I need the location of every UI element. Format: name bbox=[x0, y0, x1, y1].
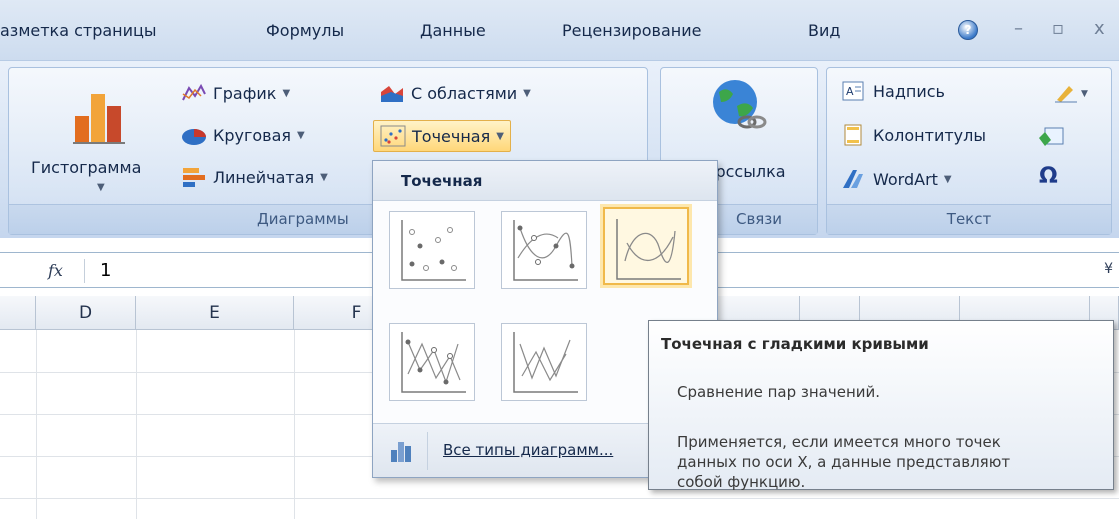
histogram-button[interactable]: Гистограмма ▼ bbox=[19, 72, 169, 202]
tab-review[interactable]: Рецензирование bbox=[562, 21, 701, 40]
formula-divider bbox=[84, 259, 85, 283]
tooltip-description-line-1: Применяется, если имеется много точек bbox=[677, 433, 1001, 451]
textbox-button[interactable]: A Надпись bbox=[841, 80, 945, 102]
header-footer-button[interactable]: Колонтитулы bbox=[841, 124, 986, 146]
globe-link-icon bbox=[713, 80, 767, 129]
tab-view[interactable]: Вид bbox=[808, 21, 840, 40]
scatter-straight-lines-markers-option[interactable] bbox=[389, 323, 475, 401]
row-header-corner bbox=[0, 296, 36, 330]
scatter-smooth-lines-option[interactable] bbox=[603, 207, 689, 285]
object-icon[interactable] bbox=[1037, 126, 1067, 148]
chevron-down-icon: ▼ bbox=[320, 171, 328, 183]
area-chart-icon bbox=[379, 82, 405, 104]
tooltip-description-line-3: собой функцию. bbox=[677, 473, 806, 491]
line-chart-icon bbox=[181, 82, 207, 104]
formula-input[interactable]: 1 bbox=[100, 260, 111, 281]
chevron-down-icon: ▼ bbox=[523, 87, 531, 99]
header-footer-icon bbox=[841, 124, 867, 146]
chevron-down-icon: ▼ bbox=[282, 87, 291, 99]
column-line bbox=[294, 330, 295, 519]
chevron-down-icon: ▼ bbox=[297, 129, 305, 141]
svg-text:A: A bbox=[846, 85, 854, 98]
text-group-label: Текст bbox=[827, 204, 1111, 234]
scatter-tooltip: Точечная с гладкими кривыми Сравнение па… bbox=[648, 320, 1114, 491]
column-line bbox=[36, 330, 37, 519]
help-icon[interactable]: ? bbox=[958, 20, 978, 40]
tooltip-summary: Сравнение пар значений. bbox=[677, 383, 881, 401]
tooltip-description-line-2: данных по оси X, а данные представляют bbox=[677, 453, 1011, 471]
textbox-label: Надпись bbox=[873, 81, 945, 101]
pie-chart-icon bbox=[181, 124, 207, 146]
scatter-straight-lines-icon bbox=[513, 332, 578, 393]
footer-divider bbox=[427, 432, 428, 470]
chart-types-icon bbox=[391, 442, 411, 462]
pie-chart-button[interactable]: Круговая ▼ bbox=[181, 124, 305, 146]
pie-chart-label: Круговая bbox=[213, 125, 292, 145]
scatter-smooth-lines-markers-option[interactable] bbox=[501, 211, 587, 289]
scatter-straight-lines-option[interactable] bbox=[501, 323, 587, 401]
minimize-icon[interactable]: – bbox=[1014, 18, 1023, 39]
svg-text:▼: ▼ bbox=[1081, 89, 1088, 99]
row-line bbox=[0, 498, 1119, 499]
wordart-button[interactable]: WordArt ▼ bbox=[841, 168, 952, 190]
function-icon[interactable]: fx bbox=[48, 261, 63, 280]
column-line bbox=[136, 330, 137, 519]
scatter-markers-icon bbox=[401, 220, 466, 281]
scatter-smooth-markers-icon bbox=[513, 220, 578, 281]
wordart-icon bbox=[841, 168, 867, 190]
chevron-down-icon: ▼ bbox=[943, 173, 952, 185]
scatter-chart-label: Точечная bbox=[412, 126, 491, 146]
symbol-button[interactable]: Ω bbox=[1039, 164, 1058, 189]
bar-chart-icon bbox=[181, 166, 207, 188]
ribbon-tab-bar: азметка страницы Формулы Данные Рецензир… bbox=[0, 0, 1119, 60]
chevron-down-icon: ▼ bbox=[97, 182, 105, 193]
wordart-label: WordArt bbox=[873, 169, 938, 189]
column-chart-icon bbox=[73, 94, 125, 144]
textbox-icon: A bbox=[841, 80, 867, 102]
chevron-down-icon: ▼ bbox=[496, 130, 504, 142]
scatter-markers-only-option[interactable] bbox=[389, 211, 475, 289]
column-header-d[interactable]: D bbox=[36, 296, 136, 330]
expand-formula-icon[interactable]: ¥ bbox=[1104, 261, 1113, 277]
line-chart-button[interactable]: График ▼ bbox=[181, 82, 290, 104]
close-icon[interactable]: x bbox=[1094, 18, 1105, 39]
tab-data[interactable]: Данные bbox=[420, 21, 486, 40]
bar-chart-label: Линейчатая bbox=[213, 167, 315, 187]
line-chart-label: График bbox=[213, 83, 277, 103]
signature-line-icon[interactable]: ▼ bbox=[1053, 82, 1093, 104]
restore-icon[interactable]: ▫ bbox=[1052, 18, 1064, 39]
dropdown-title: Точечная bbox=[373, 161, 717, 201]
scatter-chart-button[interactable]: Точечная ▼ bbox=[373, 120, 511, 152]
scatter-straight-markers-icon bbox=[401, 332, 466, 393]
area-chart-label: С областями bbox=[411, 83, 518, 103]
tab-page-layout[interactable]: азметка страницы bbox=[0, 21, 157, 40]
tab-formulas[interactable]: Формулы bbox=[266, 21, 344, 40]
all-chart-types-label: Все типы диаграмм... bbox=[443, 441, 614, 459]
histogram-label: Гистограмма bbox=[31, 158, 142, 177]
text-group: A Надпись Колонтитулы WordArt ▼ ▼ Ω Текс… bbox=[826, 67, 1112, 235]
scatter-smooth-lines-icon bbox=[616, 219, 681, 280]
header-footer-label: Колонтитулы bbox=[873, 125, 986, 145]
scatter-chart-icon bbox=[380, 125, 406, 147]
tooltip-title: Точечная с гладкими кривыми bbox=[661, 335, 929, 353]
area-chart-button[interactable]: С областями ▼ bbox=[379, 82, 531, 104]
column-header-e[interactable]: E bbox=[136, 296, 294, 330]
bar-chart-button[interactable]: Линейчатая ▼ bbox=[181, 166, 328, 188]
